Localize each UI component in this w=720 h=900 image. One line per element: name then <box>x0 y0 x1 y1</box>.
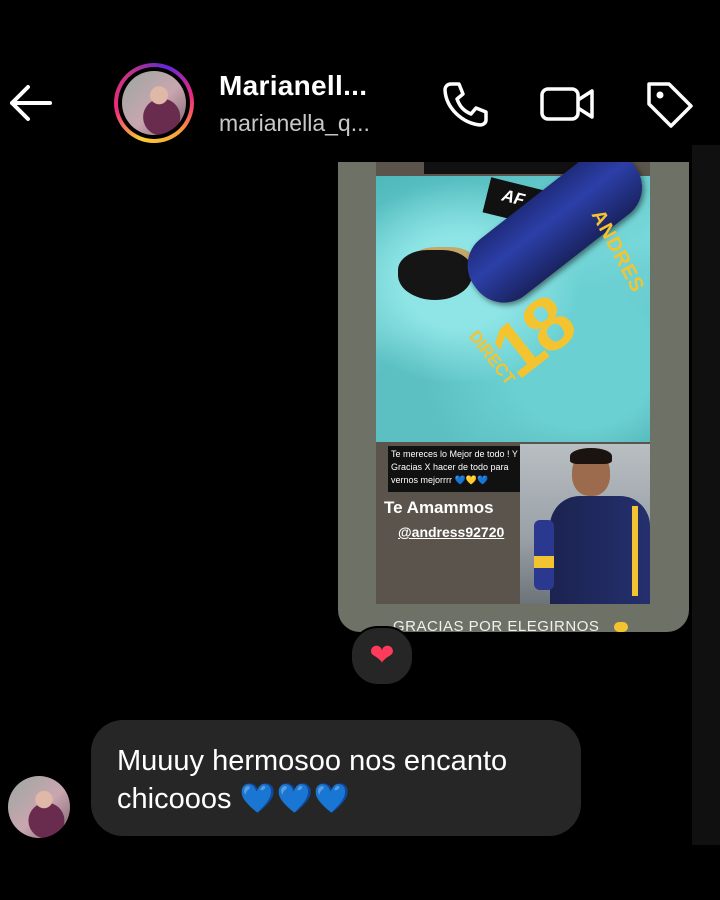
chat-header: Marianell... marianella_q... <box>0 48 720 158</box>
contact-name[interactable]: Marianell... <box>219 70 367 102</box>
heart-reaction-icon[interactable]: ❤ <box>350 626 414 686</box>
story-mention-link[interactable]: @andress92720 <box>398 524 504 540</box>
story-caption-hearts: 💙💛💙 <box>454 475 489 485</box>
video-camera-icon <box>540 87 594 121</box>
avatar-ring-gap <box>118 67 190 139</box>
story-caption: Te mereces lo Mejor de todo ! Y Gracias … <box>391 448 521 487</box>
avatar-image <box>122 71 186 135</box>
tag-button[interactable] <box>641 76 697 132</box>
message-text-wrap: Muuuy hermosoo nos encanto chicooos 💙💙💙 <box>117 742 577 818</box>
message-bubble[interactable]: Muuuy hermosoo nos encanto chicooos 💙💙💙 <box>91 720 581 836</box>
profile-avatar[interactable] <box>114 63 194 143</box>
person-thermos <box>534 520 554 590</box>
thermos-band <box>534 556 554 568</box>
story-footer-text: GRACIAS POR ELEGIRNOS <box>393 618 600 632</box>
tag-icon <box>647 82 693 128</box>
mate-cup-image <box>398 250 472 300</box>
story-title: Te Amammos <box>384 498 494 517</box>
back-button[interactable] <box>6 78 56 128</box>
arrow-left-icon <box>10 85 52 121</box>
story-photo: AF 18 ANDRES DIRECT Te mereces lo Mejor … <box>376 162 656 604</box>
sender-avatar[interactable] <box>8 776 70 838</box>
phone-icon <box>443 82 488 127</box>
person-hair <box>570 448 612 464</box>
shared-story-card[interactable]: AF 18 ANDRES DIRECT Te mereces lo Mejor … <box>338 162 689 632</box>
contact-username[interactable]: marianella_q... <box>219 110 370 137</box>
message-hearts: 💙💙💙 <box>239 783 351 815</box>
video-call-button[interactable] <box>537 76 594 132</box>
right-edge-panel <box>692 145 720 845</box>
jacket-stripe <box>632 506 638 596</box>
person-photo <box>520 444 650 604</box>
footer-emoji <box>614 622 628 632</box>
call-button[interactable] <box>437 76 493 132</box>
